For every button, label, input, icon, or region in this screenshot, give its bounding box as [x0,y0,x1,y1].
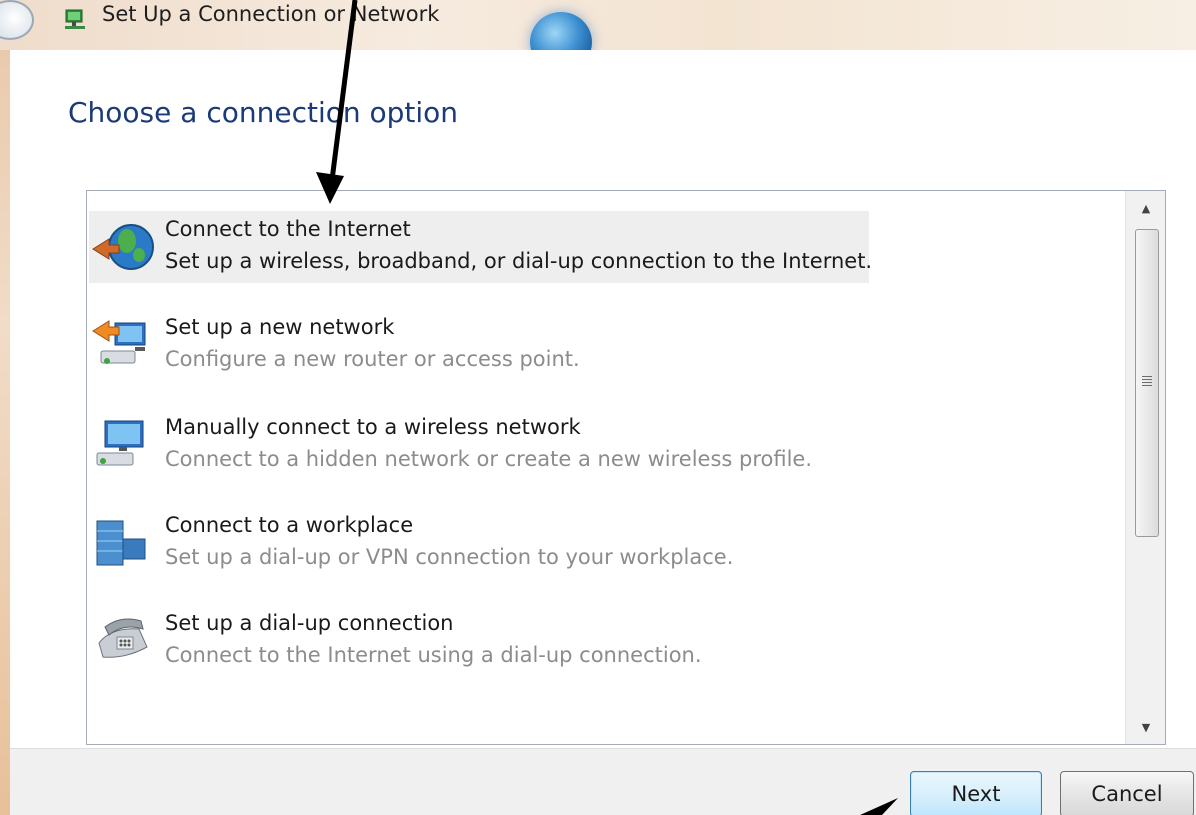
wireless-network-icon [96,420,144,466]
option-description: Set up a wireless, broadband, or dial-up… [165,249,873,273]
option-new-network[interactable]: Set up a new network Configure a new rou… [87,309,1107,389]
option-description: Configure a new router or access point. [165,347,580,371]
wizard-footer: Next Cancel [10,748,1196,815]
option-dialup[interactable]: Set up a dial-up connection Connect to t… [87,605,1107,685]
dialup-phone-icon [98,618,148,658]
page-title: Choose a connection option [68,96,459,129]
workplace-icon [96,520,146,566]
option-title: Set up a new network [165,315,395,339]
connection-options-list: Connect to the Internet Set up a wireles… [86,190,1166,745]
new-network-icon [92,320,146,364]
next-button[interactable]: Next [910,771,1042,815]
network-icon [65,9,85,29]
back-button[interactable] [0,0,34,40]
option-description: Connect to the Internet using a dial-up … [165,643,702,667]
cancel-button[interactable]: Cancel [1060,771,1194,815]
wizard-panel: Choose a connection option Connect to th… [10,50,1196,748]
window-title: Set Up a Connection or Network [102,2,440,26]
option-description: Set up a dial-up or VPN connection to yo… [165,545,734,569]
option-title: Manually connect to a wireless network [165,415,581,439]
scroll-down-arrow-icon[interactable]: ▼ [1126,710,1166,744]
option-title: Connect to the Internet [165,217,411,241]
option-title: Set up a dial-up connection [165,611,454,635]
vertical-scrollbar[interactable]: ▲ ▼ [1125,191,1165,744]
option-workplace[interactable]: Connect to a workplace Set up a dial-up … [87,507,1107,587]
grip-icon [1142,376,1152,388]
globe-network-icon [92,224,154,270]
title-bar: Set Up a Connection or Network [0,0,1196,72]
option-manual-wireless[interactable]: Manually connect to a wireless network C… [87,409,1107,489]
option-connect-internet[interactable]: Connect to the Internet Set up a wireles… [87,211,1107,291]
option-title: Connect to a workplace [165,513,414,537]
option-description: Connect to a hidden network or create a … [165,447,813,471]
scroll-thumb[interactable] [1135,229,1159,537]
scroll-up-arrow-icon[interactable]: ▲ [1126,191,1166,225]
